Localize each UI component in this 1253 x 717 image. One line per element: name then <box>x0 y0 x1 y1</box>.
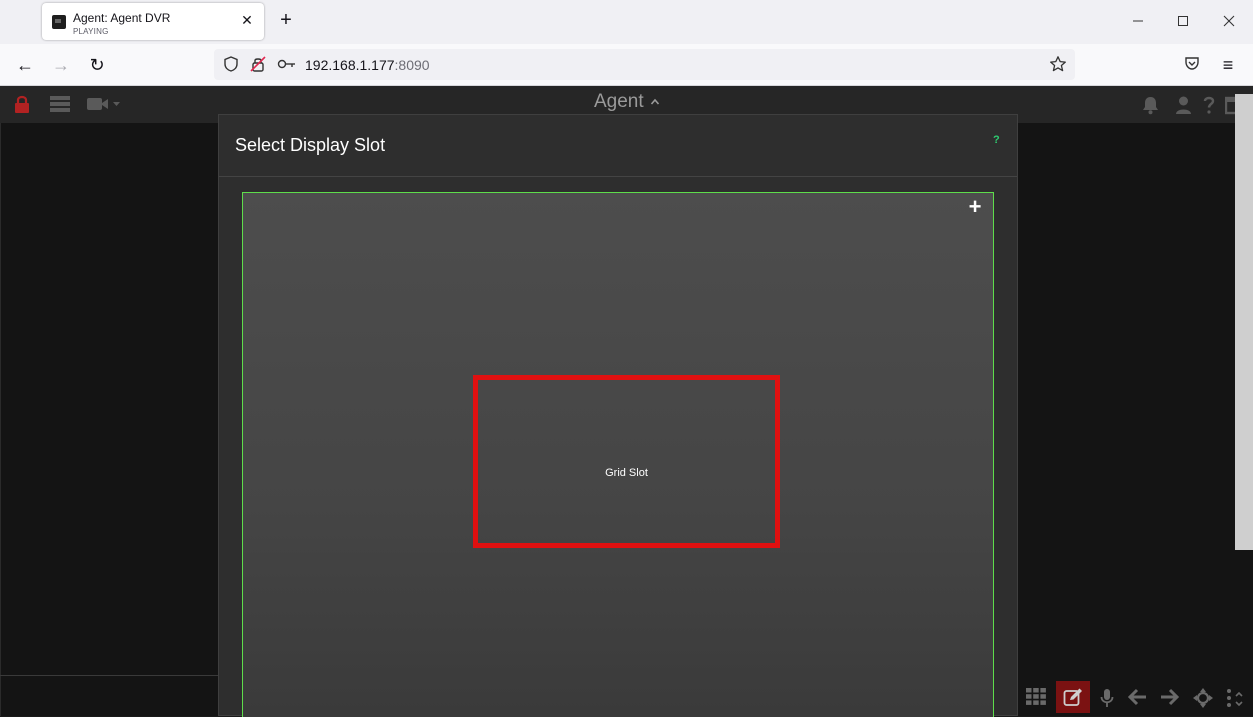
footer-divider <box>0 675 218 676</box>
arrow-right-icon[interactable] <box>1160 688 1180 711</box>
user-icon[interactable] <box>1175 95 1192 120</box>
chevron-up-icon[interactable] <box>650 94 660 112</box>
add-slot-plus-icon[interactable]: + <box>966 196 984 218</box>
url-port: :8090 <box>394 57 430 73</box>
close-window-icon[interactable] <box>1219 12 1239 32</box>
edit-mode-button[interactable] <box>1056 681 1090 713</box>
more-icon[interactable] <box>1226 688 1248 715</box>
shield-icon[interactable] <box>222 55 240 73</box>
url-host: 192.168.1.177 <box>305 57 395 73</box>
pocket-icon[interactable] <box>1181 54 1203 76</box>
dialog-help-link[interactable]: ? <box>993 134 1000 146</box>
edit-icon <box>1063 687 1084 712</box>
forward-arrow-icon[interactable]: → <box>50 54 72 76</box>
tab-playing-label: PLAYING <box>73 27 109 36</box>
new-tab-button[interactable]: + <box>276 10 296 30</box>
app-brand-title[interactable]: Agent <box>594 91 644 113</box>
help-icon[interactable] <box>1202 95 1216 120</box>
arrow-left-icon[interactable] <box>1127 688 1147 711</box>
agent-app: Agent Select Display Slot ? + Grid Slot <box>0 86 1253 717</box>
bell-icon[interactable] <box>1141 95 1160 120</box>
page-scrollbar[interactable] <box>1235 94 1253 550</box>
tab-close-icon[interactable]: ✕ <box>239 12 255 28</box>
browser-tab-agent-dvr[interactable]: Agent: Agent DVR PLAYING ✕ <box>42 3 264 40</box>
grid-slot[interactable]: Grid Slot <box>473 375 780 548</box>
app-menu-icon[interactable]: ≡ <box>1217 54 1239 76</box>
reload-icon[interactable]: ↻ <box>86 54 108 76</box>
agent-favicon-icon <box>52 15 66 29</box>
tab-title: Agent: Agent DVR <box>73 11 171 25</box>
microphone-icon[interactable] <box>1100 688 1114 713</box>
display-slot-area[interactable]: + Grid Slot <box>242 192 994 717</box>
browser-nav-bar: ← → ↻ 192.168.1.177:8090 ≡ <box>0 44 1253 86</box>
camera-icon[interactable] <box>86 95 122 118</box>
back-arrow-icon[interactable]: ← <box>14 54 36 76</box>
bottom-toolbar <box>1018 678 1253 716</box>
dialog-header: Select Display Slot ? <box>219 115 1017 177</box>
insecure-lock-icon[interactable] <box>249 55 267 73</box>
minimize-window-icon[interactable] <box>1128 12 1148 32</box>
maximize-window-icon[interactable] <box>1173 12 1193 32</box>
url-text[interactable]: 192.168.1.177:8090 <box>305 57 430 73</box>
move-icon[interactable] <box>1193 688 1213 713</box>
address-bar[interactable]: 192.168.1.177:8090 <box>214 49 1075 80</box>
lock-icon[interactable] <box>14 95 30 118</box>
dialog-title: Select Display Slot <box>235 135 386 155</box>
bookmark-star-icon[interactable] <box>1049 55 1067 73</box>
browser-tab-strip: Agent: Agent DVR PLAYING ✕ + <box>0 0 1253 44</box>
select-display-slot-dialog: Select Display Slot ? + Grid Slot <box>218 114 1018 717</box>
grid-slot-label: Grid Slot <box>605 467 648 479</box>
key-icon[interactable] <box>277 55 295 73</box>
grid-icon[interactable] <box>1026 688 1046 710</box>
server-icon[interactable] <box>49 95 71 118</box>
left-edge-divider <box>0 123 1 716</box>
